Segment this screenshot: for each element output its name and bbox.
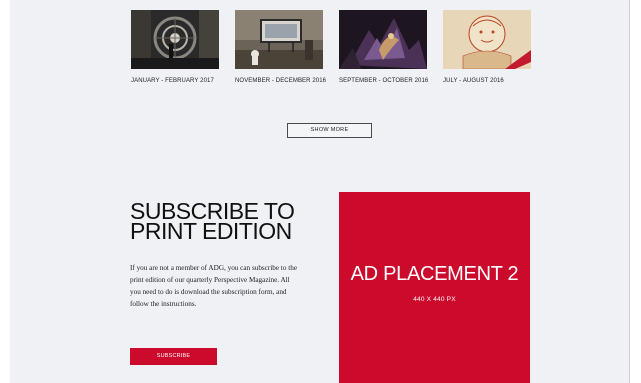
subscribe-description: If you are not a member of ADG, you can …	[130, 264, 298, 308]
issue-cover-image[interactable]	[339, 10, 427, 69]
cover-art-dark-portal	[131, 10, 219, 69]
issue-caption[interactable]: JULY - AUGUST 2016	[443, 78, 563, 84]
cover-art-creature	[339, 10, 427, 69]
issue-card[interactable]: JULY - AUGUST 2016	[443, 10, 531, 84]
issue-caption[interactable]: NOVEMBER - DECEMBER 2016	[235, 78, 355, 84]
subscribe-button[interactable]: SUBSCRIBE	[130, 348, 217, 365]
subscribe-heading-line2: PRINT EDITION	[130, 218, 292, 244]
issue-cover-image[interactable]	[443, 10, 531, 69]
subscribe-heading: SUBSCRIBE TO PRINT EDITION	[130, 200, 320, 244]
show-more-button[interactable]: SHOW MORE	[287, 123, 372, 138]
ad-size: 440 X 440 PX	[413, 296, 456, 303]
ad-title: AD PLACEMENT 2	[350, 263, 519, 285]
issue-card[interactable]: SEPTEMBER - OCTOBER 2016	[339, 10, 428, 84]
issue-card[interactable]: NOVEMBER - DECEMBER 2016	[235, 10, 326, 84]
cover-art-billboard-scene	[235, 10, 323, 69]
issue-cover-image[interactable]	[131, 10, 219, 69]
issue-cover-image[interactable]	[235, 10, 323, 69]
page-content: JANUARY - FEBRUARY 2017 NOVEMBER - DECEM…	[10, 0, 629, 383]
cover-art-illustrated-face	[443, 10, 531, 69]
ad-placement[interactable]: AD PLACEMENT 2 440 X 440 PX	[339, 192, 530, 383]
issue-caption[interactable]: SEPTEMBER - OCTOBER 2016	[339, 78, 459, 84]
page-edge-divider	[629, 0, 630, 383]
issue-card[interactable]: JANUARY - FEBRUARY 2017	[131, 10, 219, 84]
issue-caption[interactable]: JANUARY - FEBRUARY 2017	[131, 78, 251, 84]
